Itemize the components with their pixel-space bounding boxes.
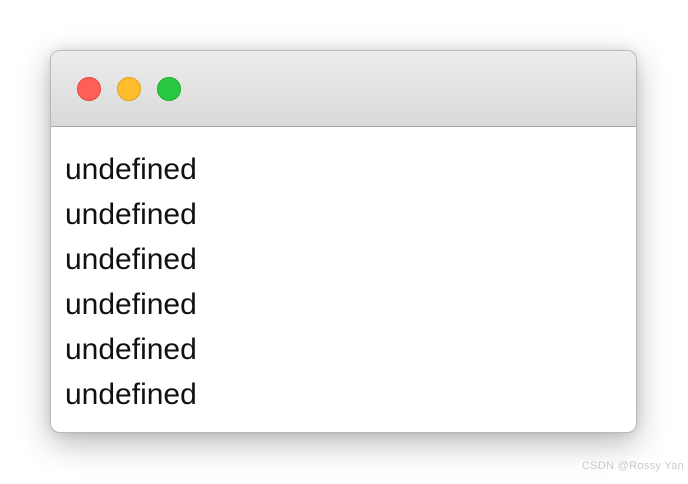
watermark-text: CSDN @Rossy Yan xyxy=(581,460,684,472)
app-window: undefined undefined undefined undefined … xyxy=(50,50,637,433)
window-titlebar[interactable] xyxy=(51,51,636,127)
minimize-dot-icon[interactable] xyxy=(117,77,141,101)
close-dot-icon[interactable] xyxy=(77,77,101,101)
output-line: undefined xyxy=(65,198,197,231)
zoom-dot-icon[interactable] xyxy=(157,77,181,101)
screenshot-stage: undefined undefined undefined undefined … xyxy=(0,0,688,484)
output-line: undefined xyxy=(65,378,197,411)
output-line: undefined xyxy=(65,333,197,366)
console-output: undefined undefined undefined undefined … xyxy=(51,127,636,432)
output-line: undefined xyxy=(65,288,197,321)
output-line: undefined xyxy=(65,153,197,186)
output-line: undefined xyxy=(65,243,197,276)
